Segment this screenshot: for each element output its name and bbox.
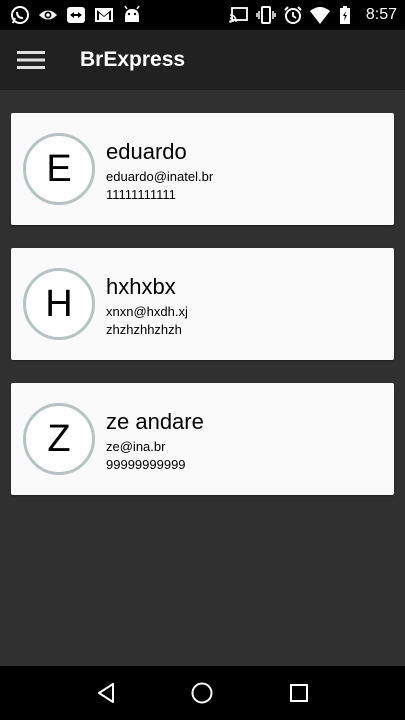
contact-email: ze@ina.br	[106, 439, 166, 454]
avatar-initial: H	[45, 282, 73, 325]
home-icon	[191, 682, 213, 704]
contact-email: eduardo@inatel.br	[106, 169, 214, 184]
wifi-icon	[309, 7, 330, 24]
contact-email: xnxn@hxdh.xj	[106, 304, 188, 319]
app-bar: BrExpress	[0, 30, 405, 90]
status-bar: 8:57	[0, 0, 405, 30]
cast-icon	[229, 7, 248, 23]
teamviewer-icon	[67, 7, 85, 23]
system-icons: 8:57	[229, 5, 397, 25]
contact-card[interactable]: Z ze andare ze@ina.br 99999999999	[11, 383, 394, 495]
contact-card[interactable]: E eduardo eduardo@inatel.br 11111111111	[11, 113, 394, 225]
home-button[interactable]	[182, 673, 222, 713]
contact-card[interactable]: H hxhxbx xnxn@hxdh.xj zhzhzhhzhzh	[11, 248, 394, 360]
alarm-icon	[284, 6, 302, 24]
back-icon	[98, 683, 115, 703]
contact-phone: zhzhzhhzhzh	[106, 322, 182, 337]
menu-button[interactable]	[0, 30, 63, 90]
recents-icon	[289, 684, 308, 702]
navigation-bar	[0, 666, 405, 720]
notification-icons	[10, 5, 142, 25]
app-title: BrExpress	[80, 48, 186, 71]
android-icon	[124, 5, 140, 22]
avatar: Z	[23, 403, 95, 475]
contact-list: E eduardo eduardo@inatel.br 11111111111 …	[0, 90, 405, 666]
vibrate-icon	[256, 6, 276, 24]
back-button[interactable]	[86, 673, 126, 713]
gmail-icon	[95, 8, 113, 22]
avatar: H	[23, 268, 95, 340]
contact-name: ze andare	[106, 409, 204, 434]
eye-icon	[39, 10, 57, 20]
clock: 8:57	[365, 6, 397, 23]
battery-icon	[339, 6, 350, 24]
contact-phone: 11111111111	[106, 187, 176, 202]
whatsapp-icon	[11, 6, 29, 24]
avatar: E	[23, 133, 95, 205]
avatar-initial: Z	[47, 417, 71, 460]
recents-button[interactable]	[279, 673, 319, 713]
contact-name: eduardo	[106, 139, 187, 164]
contact-name: hxhxbx	[106, 274, 176, 299]
hamburger-menu-icon	[17, 51, 45, 69]
contact-phone: 99999999999	[106, 457, 186, 472]
avatar-initial: E	[46, 147, 72, 190]
